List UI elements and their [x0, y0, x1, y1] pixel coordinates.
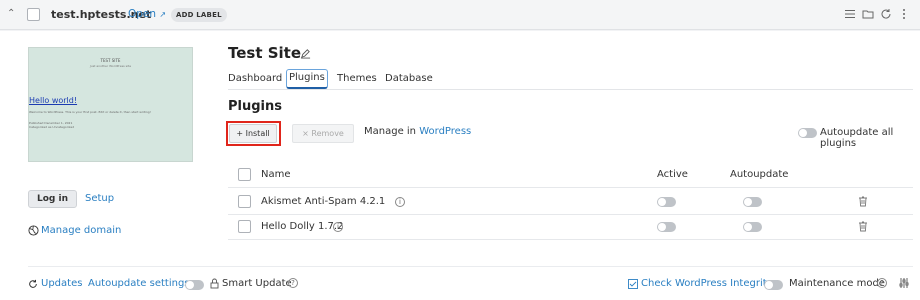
thumb-post-title: Hello world!	[29, 96, 78, 105]
plugin-row-checkbox[interactable]	[238, 195, 251, 208]
thumb-tagline: Just another WordPress site	[89, 64, 132, 68]
column-active: Active	[657, 169, 688, 180]
thumb-post-excerpt: Welcome to WordPress. This is your first…	[29, 110, 151, 114]
footer-divider	[28, 266, 913, 267]
plugin-autoupdate-toggle[interactable]	[743, 197, 762, 207]
info-icon[interactable]: i	[395, 197, 405, 207]
thumb-post-category: Categorized as Uncategorized	[29, 125, 75, 129]
tab-dashboard[interactable]: Dashboard	[228, 69, 282, 90]
remove-label: Remove	[311, 129, 344, 138]
site-tabs: Dashboard Plugins Themes Database	[228, 69, 913, 90]
plugins-section-title: Plugins	[228, 99, 282, 114]
more-vertical-icon[interactable]	[898, 8, 910, 20]
manage-prefix: Manage in	[364, 126, 417, 137]
plugin-active-toggle[interactable]	[657, 197, 676, 207]
table-divider	[228, 239, 913, 240]
wordpress-link[interactable]: WordPress	[419, 126, 471, 137]
refresh-icon	[29, 279, 37, 288]
plugin-active-toggle[interactable]	[657, 222, 676, 232]
globe-icon	[28, 225, 39, 236]
column-autoupdate: Autoupdate	[730, 169, 789, 180]
lock-icon	[210, 278, 219, 289]
list-icon[interactable]	[844, 8, 856, 20]
autoupdate-all-label: Autoupdate all plugins	[820, 127, 894, 149]
setup-link[interactable]: Setup	[85, 193, 114, 204]
autoupdate-settings-link[interactable]: Autoupdate settings	[88, 278, 190, 289]
trash-icon[interactable]	[858, 221, 868, 232]
manage-domain-link[interactable]: Manage domain	[41, 225, 121, 236]
settings-sliders-icon[interactable]	[898, 277, 910, 289]
log-in-button[interactable]: Log in	[28, 190, 77, 208]
plugin-autoupdate-toggle[interactable]	[743, 222, 762, 232]
maintenance-mode-label: Maintenance mode	[789, 278, 885, 289]
table-divider	[228, 214, 913, 215]
site-panel: TEST SITE Just another WordPress site He…	[0, 31, 920, 300]
refresh-icon[interactable]	[880, 8, 892, 20]
info-icon[interactable]: i	[333, 222, 343, 232]
smart-update-label: Smart Update	[222, 278, 292, 289]
help-icon[interactable]: ?	[877, 278, 887, 288]
help-icon[interactable]: ?	[288, 278, 298, 288]
install-highlight-box	[226, 121, 281, 146]
chevron-up-icon[interactable]: ⌃	[7, 8, 15, 19]
autoupdate-all-toggle[interactable]	[798, 128, 817, 138]
plugin-name: Hello Dolly 1.7.2	[261, 221, 344, 232]
plugin-row-checkbox[interactable]	[238, 220, 251, 233]
site-thumbnail[interactable]: TEST SITE Just another WordPress site He…	[28, 47, 193, 162]
site-select-checkbox[interactable]	[27, 8, 40, 21]
site-title: Test Site	[228, 44, 302, 62]
smart-update-toggle[interactable]	[185, 280, 204, 290]
updates-link[interactable]: Updates	[41, 278, 82, 289]
check-integrity-link[interactable]: Check WordPress Integrity	[641, 278, 773, 289]
column-name: Name	[261, 169, 291, 180]
open-site-link[interactable]: Open ↗	[128, 8, 166, 20]
tab-plugins[interactable]: Plugins	[286, 69, 328, 89]
remove-plugin-button[interactable]: × Remove	[292, 124, 354, 143]
thumb-site-name: TEST SITE	[100, 58, 121, 63]
pencil-icon[interactable]	[300, 48, 311, 59]
maintenance-mode-toggle[interactable]	[764, 280, 783, 290]
select-all-plugins-checkbox[interactable]	[238, 168, 251, 181]
folder-icon[interactable]	[862, 8, 874, 20]
site-header-bar: ⌃ test.hptests.net Open ↗ ADD LABEL	[0, 0, 920, 30]
open-site-label: Open	[128, 8, 157, 20]
table-divider	[228, 187, 913, 188]
close-icon: ×	[302, 129, 309, 138]
plugin-name: Akismet Anti-Spam 4.2.1	[261, 196, 386, 207]
external-link-icon: ↗	[159, 10, 167, 19]
tab-themes[interactable]: Themes	[337, 69, 377, 90]
integrity-check-icon	[628, 279, 638, 289]
trash-icon[interactable]	[858, 196, 868, 207]
add-label-button[interactable]: ADD LABEL	[171, 8, 227, 22]
manage-in-wordpress: Manage in WordPress	[364, 126, 471, 137]
header-actions	[844, 8, 910, 20]
tab-database[interactable]: Database	[385, 69, 433, 90]
